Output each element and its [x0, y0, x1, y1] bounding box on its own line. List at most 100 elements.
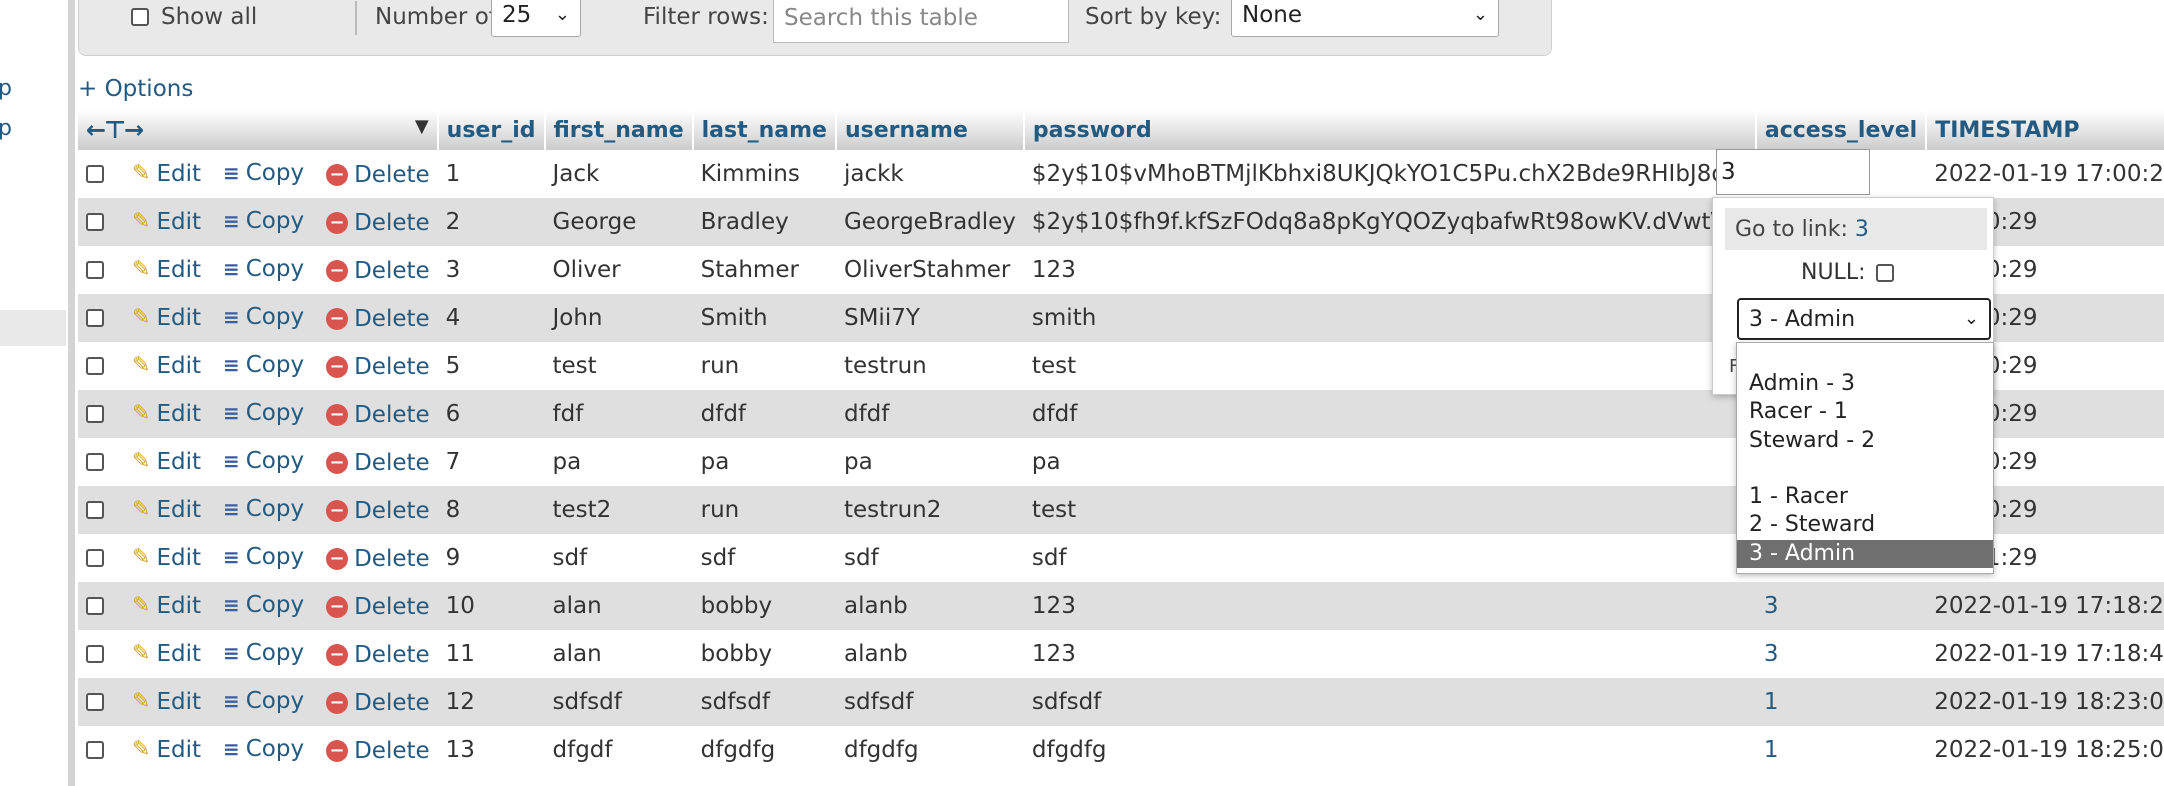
- cell-last-name[interactable]: Smith: [692, 294, 836, 342]
- cell-last-name[interactable]: sdf: [692, 534, 836, 582]
- cell-last-name[interactable]: Bradley: [692, 198, 836, 246]
- column-header-timestamp[interactable]: TIMESTAMP: [1926, 110, 2164, 150]
- cell-user-id[interactable]: 4: [437, 294, 545, 342]
- row-checkbox[interactable]: [86, 356, 104, 375]
- row-checkbox[interactable]: [86, 644, 104, 663]
- sidebar-fragment-2[interactable]: p: [0, 116, 12, 141]
- cell-username[interactable]: alanb: [835, 582, 1024, 630]
- show-all-toggle[interactable]: Show all: [131, 0, 257, 39]
- copy-action[interactable]: ≡ Copy: [223, 400, 304, 426]
- cell-username[interactable]: testrun2: [835, 486, 1024, 534]
- edit-action[interactable]: ✎ Edit: [132, 161, 201, 187]
- options-link[interactable]: + Options: [78, 76, 193, 102]
- cell-password[interactable]: $2y$10$fh9f.kfSzFOdq8a8pKgYQOZyqbafwRt98…: [1023, 198, 1756, 246]
- cell-user-id[interactable]: 3: [437, 246, 545, 294]
- cell-first-name[interactable]: test: [544, 342, 693, 390]
- copy-action[interactable]: ≡ Copy: [223, 736, 304, 762]
- sort-triangle-icon[interactable]: ▼: [415, 116, 429, 137]
- cell-user-id[interactable]: 6: [437, 390, 545, 438]
- cell-last-name[interactable]: pa: [692, 438, 836, 486]
- cell-timestamp[interactable]: 2022-01-19 18:25:00: [1926, 726, 2164, 774]
- copy-action[interactable]: ≡ Copy: [223, 688, 304, 714]
- delete-action[interactable]: − Delete: [326, 162, 430, 188]
- cell-first-name[interactable]: Jack: [544, 150, 693, 198]
- copy-action[interactable]: ≡ Copy: [223, 544, 304, 570]
- cell-user-id[interactable]: 9: [437, 534, 545, 582]
- delete-action[interactable]: − Delete: [326, 546, 430, 572]
- cell-username[interactable]: GeorgeBradley: [835, 198, 1024, 246]
- cell-password[interactable]: 123: [1023, 246, 1756, 294]
- delete-action[interactable]: − Delete: [326, 738, 430, 764]
- cell-user-id[interactable]: 11: [437, 630, 545, 678]
- cell-password[interactable]: test: [1023, 342, 1756, 390]
- column-header-password[interactable]: password: [1023, 110, 1757, 150]
- cell-user-id[interactable]: 5: [437, 342, 545, 390]
- sidebar-fragment-1[interactable]: p: [0, 76, 12, 101]
- cell-password[interactable]: dfdf: [1023, 390, 1756, 438]
- cell-last-name[interactable]: Stahmer: [692, 246, 836, 294]
- cell-timestamp[interactable]: 2022-01-19 17:00:29: [1926, 150, 2164, 198]
- cell-user-id[interactable]: 2: [437, 198, 545, 246]
- column-header-username[interactable]: username: [835, 110, 1025, 150]
- cell-password[interactable]: pa: [1023, 438, 1756, 486]
- option-2-steward[interactable]: 2 - Steward: [1749, 512, 1875, 537]
- cell-first-name[interactable]: George: [544, 198, 693, 246]
- rows-per-page-select[interactable]: 25 ⌄: [491, 0, 581, 37]
- copy-action[interactable]: ≡ Copy: [223, 496, 304, 522]
- edit-action[interactable]: ✎ Edit: [132, 209, 201, 235]
- option-racer-1[interactable]: Racer - 1: [1749, 399, 1848, 424]
- copy-action[interactable]: ≡ Copy: [223, 208, 304, 234]
- copy-action[interactable]: ≡ Copy: [223, 448, 304, 474]
- cell-timestamp[interactable]: 2022-01-19 17:18:22: [1926, 582, 2164, 630]
- option-3-admin-selected[interactable]: 3 - Admin: [1737, 540, 1993, 568]
- column-header-first-name[interactable]: first_name: [544, 110, 694, 150]
- cell-password[interactable]: dfgdfg: [1023, 726, 1756, 774]
- edit-action[interactable]: ✎ Edit: [132, 689, 201, 715]
- cell-last-name[interactable]: dfdf: [692, 390, 836, 438]
- cell-username[interactable]: sdf: [835, 534, 1024, 582]
- delete-action[interactable]: − Delete: [326, 594, 430, 620]
- cell-access-level[interactable]: 1: [1755, 678, 1927, 726]
- column-header-user-id[interactable]: user_id: [437, 110, 546, 150]
- cell-last-name[interactable]: dfgdfg: [692, 726, 836, 774]
- cell-username[interactable]: jackk: [835, 150, 1024, 198]
- delete-action[interactable]: − Delete: [326, 690, 430, 716]
- cell-username[interactable]: dfdf: [835, 390, 1024, 438]
- cell-first-name[interactable]: alan: [544, 582, 693, 630]
- copy-action[interactable]: ≡ Copy: [223, 352, 304, 378]
- column-header-access-level[interactable]: access_level: [1755, 110, 1928, 150]
- access-level-select[interactable]: 3 - Admin ⌄: [1737, 298, 1991, 340]
- cell-password[interactable]: test: [1023, 486, 1756, 534]
- delete-action[interactable]: − Delete: [326, 498, 430, 524]
- row-checkbox[interactable]: [86, 404, 104, 423]
- row-checkbox[interactable]: [86, 740, 104, 759]
- cell-password[interactable]: sdfsdf: [1023, 678, 1756, 726]
- cell-user-id[interactable]: 13: [437, 726, 545, 774]
- cell-first-name[interactable]: pa: [544, 438, 693, 486]
- cell-username[interactable]: pa: [835, 438, 1024, 486]
- row-checkbox[interactable]: [86, 596, 104, 615]
- option-admin-3[interactable]: Admin - 3: [1749, 371, 1855, 396]
- sidebar-resizer[interactable]: [68, 0, 75, 786]
- cell-user-id[interactable]: 1: [437, 150, 545, 198]
- edit-action[interactable]: ✎ Edit: [132, 497, 201, 523]
- access-level-edit-input[interactable]: 3: [1716, 149, 1870, 195]
- cell-username[interactable]: OliverStahmer: [835, 246, 1024, 294]
- cell-last-name[interactable]: run: [692, 342, 836, 390]
- cell-first-name[interactable]: test2: [544, 486, 693, 534]
- cell-user-id[interactable]: 7: [437, 438, 545, 486]
- delete-action[interactable]: − Delete: [326, 354, 430, 380]
- cell-access-level[interactable]: 1: [1755, 726, 1927, 774]
- delete-action[interactable]: − Delete: [326, 450, 430, 476]
- edit-action[interactable]: ✎ Edit: [132, 449, 201, 475]
- cell-first-name[interactable]: fdf: [544, 390, 693, 438]
- edit-action[interactable]: ✎ Edit: [132, 257, 201, 283]
- delete-action[interactable]: − Delete: [326, 210, 430, 236]
- edit-action[interactable]: ✎ Edit: [132, 593, 201, 619]
- cell-first-name[interactable]: sdfsdf: [544, 678, 693, 726]
- cell-password[interactable]: $2y$10$vMhoBTMjlKbhxi8UKJQkYO1C5Pu.chX2B…: [1023, 150, 1756, 198]
- null-checkbox[interactable]: [1875, 263, 1894, 282]
- cell-last-name[interactable]: Kimmins: [692, 150, 836, 198]
- row-checkbox[interactable]: [86, 260, 104, 279]
- cell-username[interactable]: sdfsdf: [835, 678, 1024, 726]
